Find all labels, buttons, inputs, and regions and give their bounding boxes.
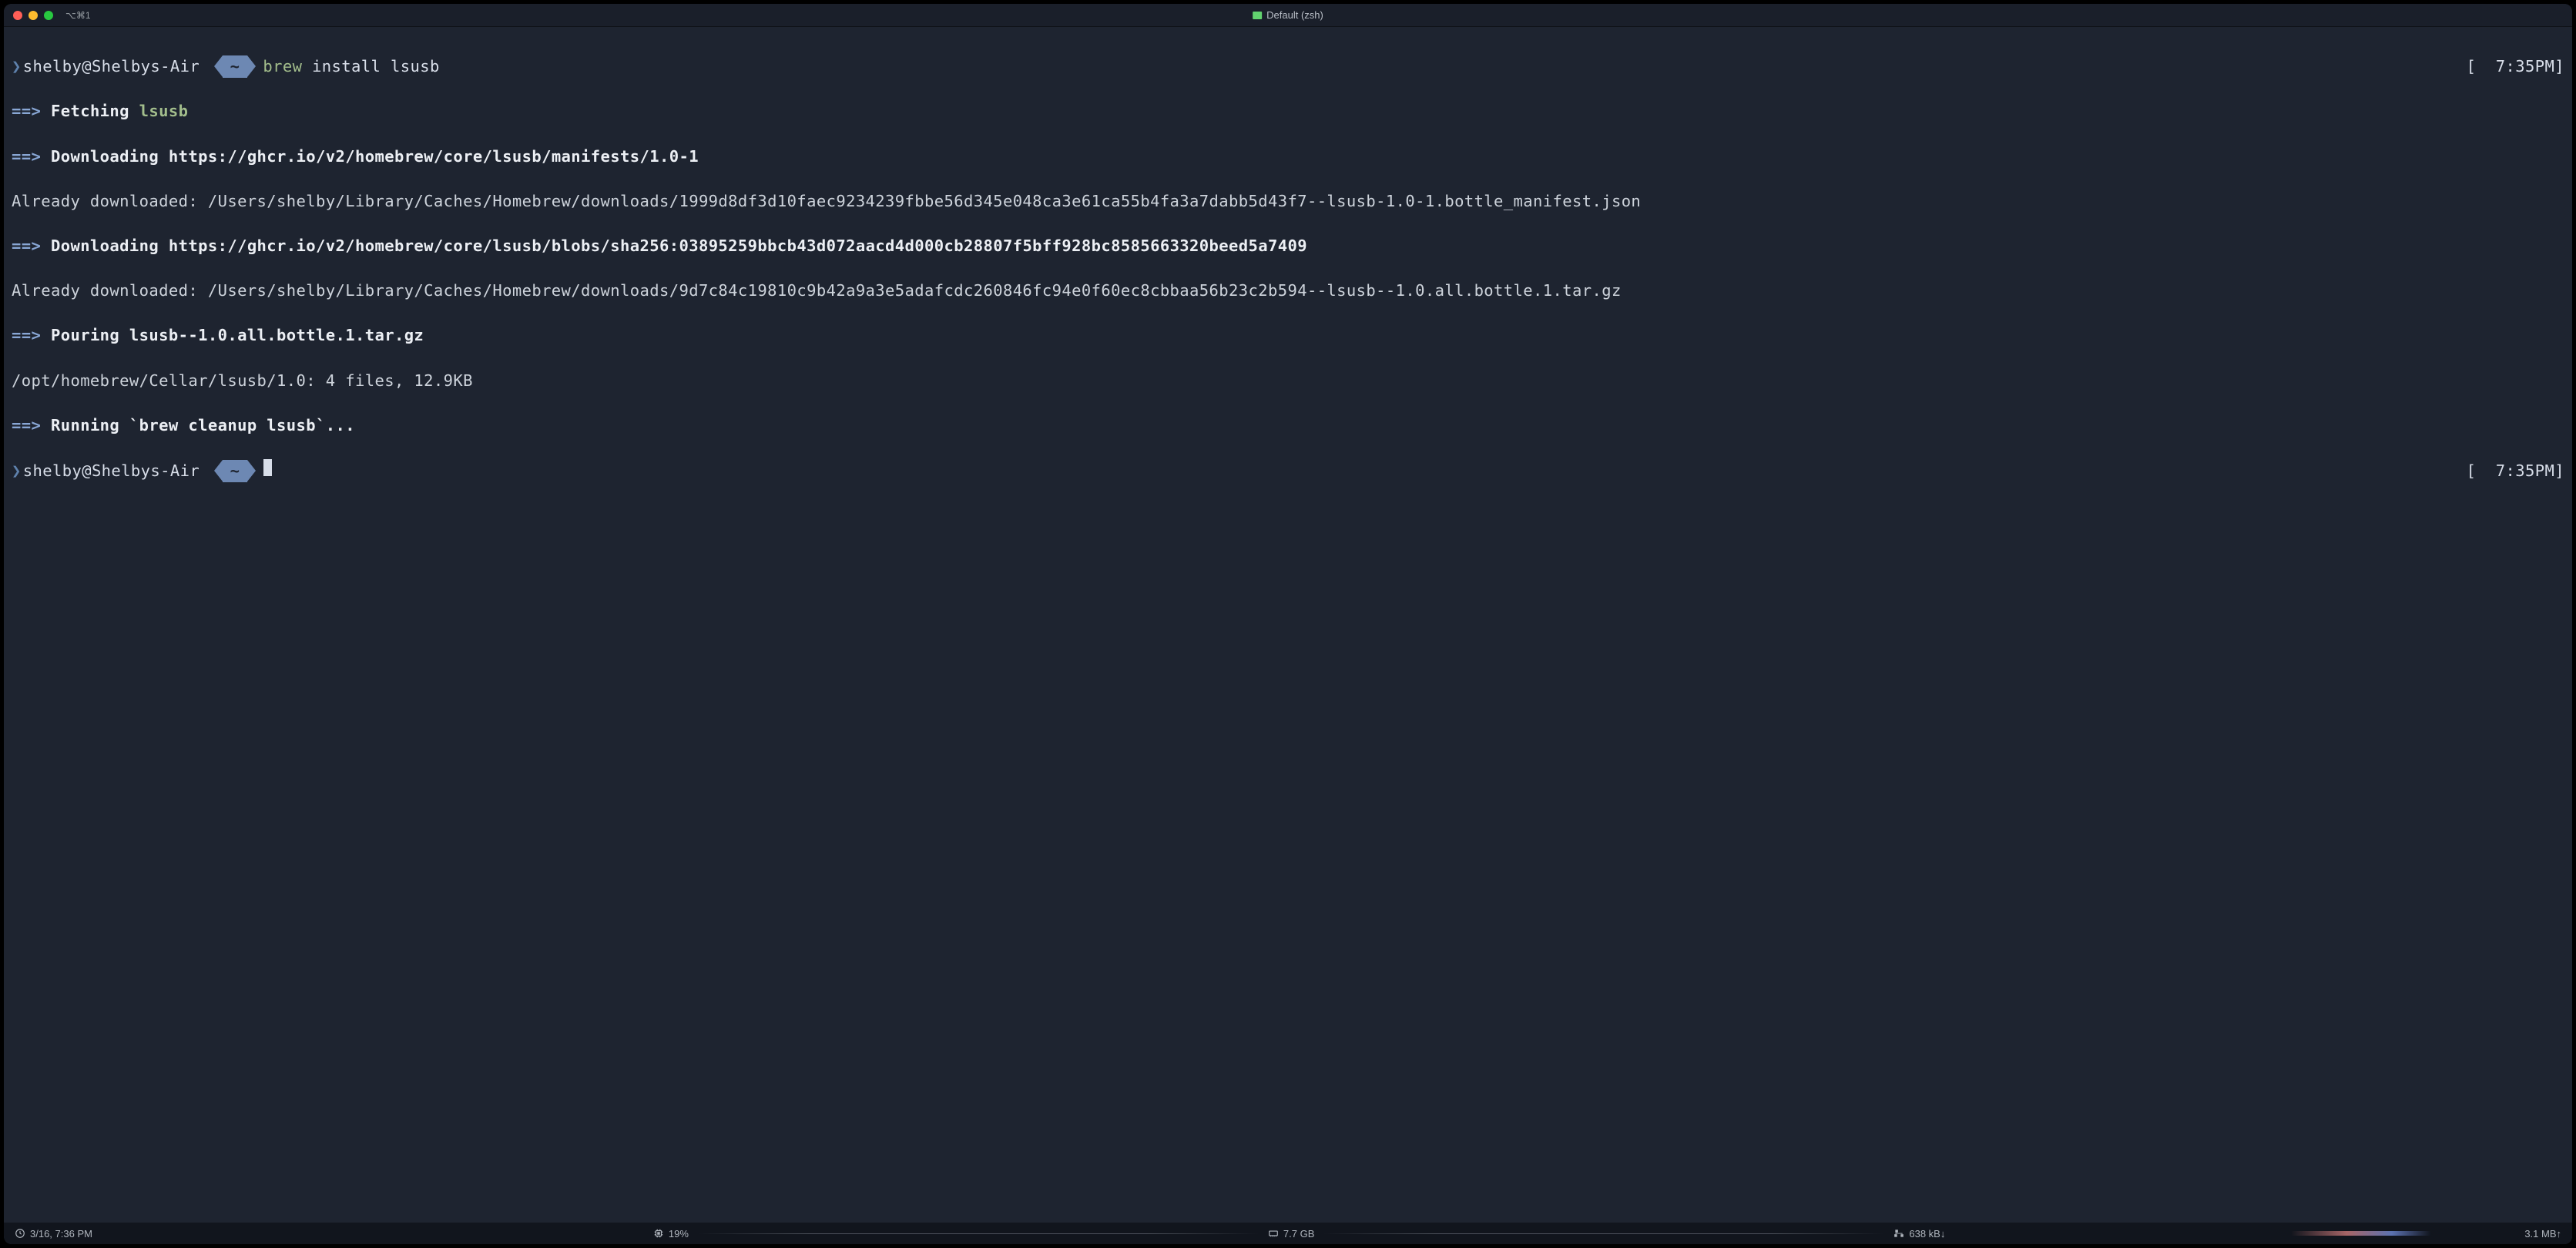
clock-text: 3/16, 7:36 PM bbox=[30, 1228, 92, 1240]
net-up-widget[interactable]: 3.1 MB↑ bbox=[2524, 1228, 2561, 1240]
ram-icon bbox=[1268, 1228, 1279, 1239]
minimize-button[interactable] bbox=[29, 11, 38, 20]
terminal-icon bbox=[1253, 12, 1262, 19]
cursor[interactable] bbox=[263, 459, 272, 476]
terminal-window: ⌥⌘1 Default (zsh) ❯shelby@Shelbys-Air ~b… bbox=[4, 4, 2572, 1244]
ram-widget[interactable]: 7.7 GB bbox=[1268, 1228, 1314, 1240]
output-line: ==> Pouring lsusb--1.0.all.bottle.1.tar.… bbox=[12, 324, 2564, 347]
output-line: /opt/homebrew/Cellar/lsusb/1.0: 4 files,… bbox=[12, 370, 2564, 392]
status-bar: 3/16, 7:36 PM 19% 7.7 GB 638 kB↓ 3.1 MB↑ bbox=[4, 1223, 2572, 1244]
cpu-text: 19% bbox=[669, 1228, 689, 1240]
step-arrow-icon: ==> bbox=[12, 326, 41, 344]
prompt-dir-badge: ~ bbox=[223, 460, 248, 482]
prompt-user: shelby@Shelbys-Air bbox=[23, 55, 200, 78]
output-line: Already downloaded: /Users/shelby/Librar… bbox=[12, 190, 2564, 213]
net-down-text: 638 kB↓ bbox=[1909, 1228, 1945, 1240]
net-down-widget[interactable]: 638 kB↓ bbox=[1893, 1228, 1945, 1240]
command-executable: brew bbox=[263, 55, 302, 78]
package-name: lsusb bbox=[139, 102, 189, 120]
cpu-widget[interactable]: 19% bbox=[653, 1228, 689, 1240]
prompt-arrow-icon: ❯ bbox=[12, 55, 22, 78]
window-title: Default (zsh) bbox=[1253, 9, 1323, 21]
terminal-output-area[interactable]: ❯shelby@Shelbys-Air ~brew install lsusb[… bbox=[4, 27, 2572, 1223]
tab-shortcut-label: ⌥⌘1 bbox=[65, 10, 91, 21]
output-line: ==> Fetching lsusb bbox=[12, 100, 2564, 122]
output-line: ==> Running `brew cleanup lsusb`... bbox=[12, 414, 2564, 437]
prompt-time: [ 7:35PM] bbox=[2467, 55, 2564, 78]
ram-text: 7.7 GB bbox=[1283, 1228, 1314, 1240]
step-arrow-icon: ==> bbox=[12, 237, 41, 255]
network-icon bbox=[1893, 1228, 1904, 1239]
step-arrow-icon: ==> bbox=[12, 147, 41, 166]
step-arrow-icon: ==> bbox=[12, 416, 41, 434]
output-line: ==> Downloading https://ghcr.io/v2/homeb… bbox=[12, 235, 2564, 257]
titlebar[interactable]: ⌥⌘1 Default (zsh) bbox=[4, 4, 2572, 27]
prompt-user: shelby@Shelbys-Air bbox=[23, 460, 200, 482]
clock-icon bbox=[15, 1228, 25, 1239]
window-title-text: Default (zsh) bbox=[1266, 9, 1323, 21]
output-text: Downloading https://ghcr.io/v2/homebrew/… bbox=[41, 147, 699, 166]
prompt-arrow-icon: ❯ bbox=[12, 460, 22, 482]
prompt-time: [ 7:35PM] bbox=[2467, 460, 2564, 482]
prompt-line-1: ❯shelby@Shelbys-Air ~ brew install lsusb [… bbox=[12, 55, 2564, 78]
ram-graph bbox=[1323, 1228, 1884, 1239]
step-arrow-icon: ==> bbox=[12, 102, 41, 120]
clock-widget[interactable]: 3/16, 7:36 PM bbox=[15, 1228, 92, 1240]
output-line: ==> Downloading https://ghcr.io/v2/homeb… bbox=[12, 146, 2564, 168]
cpu-icon bbox=[653, 1228, 664, 1239]
output-text: Fetching bbox=[41, 102, 139, 120]
command-args: install lsusb bbox=[302, 55, 439, 78]
close-button[interactable] bbox=[13, 11, 22, 20]
prompt-line-2: ❯shelby@Shelbys-Air ~ [ 7:35PM] bbox=[12, 459, 2564, 482]
output-text: Pouring lsusb--1.0.all.bottle.1.tar.gz bbox=[41, 326, 424, 344]
zoom-button[interactable] bbox=[44, 11, 53, 20]
output-text: Downloading https://ghcr.io/v2/homebrew/… bbox=[41, 237, 1307, 255]
cpu-graph bbox=[698, 1228, 1259, 1239]
traffic-lights bbox=[13, 11, 53, 20]
net-up-text: 3.1 MB↑ bbox=[2524, 1228, 2561, 1240]
output-line: Already downloaded: /Users/shelby/Librar… bbox=[12, 280, 2564, 302]
prompt-dir-badge: ~ bbox=[223, 55, 248, 78]
output-text: Running `brew cleanup lsusb`... bbox=[41, 416, 355, 434]
net-graph bbox=[1954, 1228, 2515, 1239]
